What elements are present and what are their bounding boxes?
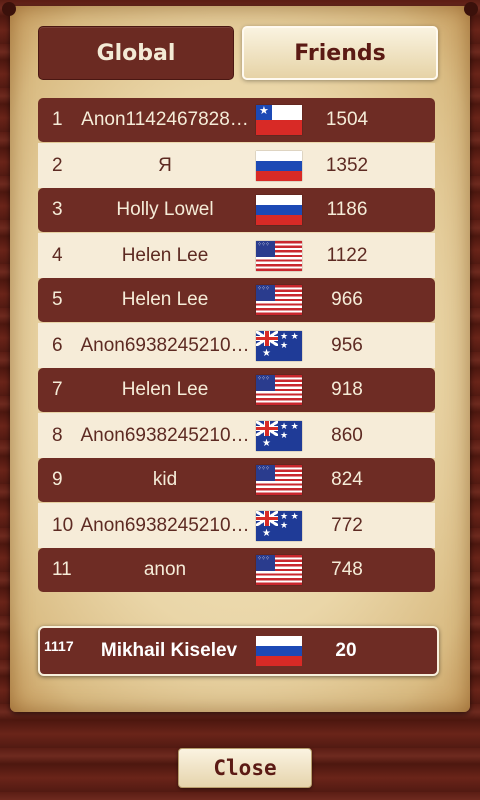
row-rank: 2 bbox=[52, 154, 63, 176]
row-rank: 11 bbox=[52, 559, 72, 580]
russia-flag-icon bbox=[256, 636, 302, 666]
row-rank: 8 bbox=[52, 424, 63, 446]
row-player-name: Anon6938245210… bbox=[80, 424, 250, 446]
player-rank: 1117 bbox=[44, 638, 74, 654]
row-player-name: anon bbox=[143, 559, 187, 580]
corner-nail-icon bbox=[2, 2, 16, 16]
row-player-name: Helen Lee bbox=[121, 379, 209, 400]
leaderboard-row[interactable]: 8 Anon6938245210… ★ ★ ★ ★ 860 bbox=[38, 413, 435, 458]
row-score: 956 bbox=[331, 334, 363, 356]
leaderboard-list: 1 Anon1142467828… 1504 2 Я 1352 3 Holly Lowel 11… bbox=[38, 98, 435, 593]
leaderboard-row[interactable]: 10 Anon6938245210… ★ ★ ★ ★ 772 bbox=[38, 503, 435, 548]
row-score: 966 bbox=[331, 289, 363, 310]
leaderboard-row[interactable]: 7 Helen Lee 918 bbox=[38, 368, 435, 412]
row-score: 918 bbox=[331, 379, 363, 400]
tab-friends[interactable]: Friends bbox=[242, 26, 438, 80]
row-player-name: Helen Lee bbox=[121, 289, 209, 310]
row-player-name: Я bbox=[158, 154, 172, 176]
usa-flag-icon bbox=[256, 465, 302, 495]
row-player-name: Anon1142467828… bbox=[81, 109, 249, 130]
corner-nail-icon bbox=[464, 2, 478, 16]
tab-global[interactable]: Global bbox=[38, 26, 234, 80]
leaderboard-row[interactable]: 9 kid 824 bbox=[38, 458, 435, 502]
russia-flag-icon bbox=[256, 150, 302, 181]
row-score: 772 bbox=[331, 514, 363, 536]
leaderboard-row[interactable]: 3 Holly Lowel 1186 bbox=[38, 188, 435, 232]
row-score: 1186 bbox=[326, 199, 368, 220]
row-score: 1122 bbox=[326, 244, 368, 266]
leaderboard-row[interactable]: 4 Helen Lee 1122 bbox=[38, 233, 435, 278]
leaderboard-row[interactable]: 11 anon 748 bbox=[38, 548, 435, 592]
chile-flag-icon bbox=[256, 104, 302, 135]
row-player-name: kid bbox=[152, 469, 178, 490]
row-score: 1504 bbox=[325, 109, 369, 130]
russia-flag-icon bbox=[256, 195, 302, 225]
player-name: Mikhail Kiselev bbox=[100, 640, 238, 661]
australia-flag-icon: ★ ★ ★ ★ bbox=[256, 330, 302, 361]
leaderboard-row[interactable]: 2 Я 1352 bbox=[38, 143, 435, 188]
close-button[interactable]: Close bbox=[178, 748, 312, 788]
leaderboard-row[interactable]: 1 Anon1142467828… 1504 bbox=[38, 98, 435, 142]
usa-flag-icon bbox=[256, 240, 302, 271]
row-player-name: Anon6938245210… bbox=[80, 334, 250, 356]
current-player-row: 1117 Mikhail Kiselev 20 bbox=[38, 626, 439, 676]
row-player-name: Holly Lowel bbox=[116, 199, 214, 220]
leaderboard-row[interactable]: 6 Anon6938245210… ★ ★ ★ ★ 956 bbox=[38, 323, 435, 368]
row-rank: 1 bbox=[52, 109, 63, 130]
row-rank: 9 bbox=[52, 469, 63, 490]
usa-flag-icon bbox=[256, 285, 302, 315]
leaderboard-row[interactable]: 5 Helen Lee 966 bbox=[38, 278, 435, 322]
row-rank: 5 bbox=[52, 289, 63, 310]
row-rank: 10 bbox=[52, 514, 74, 536]
australia-flag-icon: ★ ★ ★ ★ bbox=[256, 420, 302, 451]
row-player-name: Anon6938245210… bbox=[80, 514, 250, 536]
row-score: 748 bbox=[331, 559, 363, 580]
row-rank: 3 bbox=[52, 199, 63, 220]
row-rank: 6 bbox=[52, 334, 63, 356]
player-score: 20 bbox=[335, 640, 357, 661]
row-rank: 4 bbox=[52, 244, 63, 266]
row-score: 1352 bbox=[325, 154, 369, 176]
row-rank: 7 bbox=[52, 379, 63, 400]
usa-flag-icon bbox=[256, 375, 302, 405]
row-score: 860 bbox=[331, 424, 363, 446]
row-player-name: Helen Lee bbox=[121, 244, 209, 266]
usa-flag-icon bbox=[256, 555, 302, 585]
row-score: 824 bbox=[331, 469, 363, 490]
australia-flag-icon: ★ ★ ★ ★ bbox=[256, 510, 302, 541]
